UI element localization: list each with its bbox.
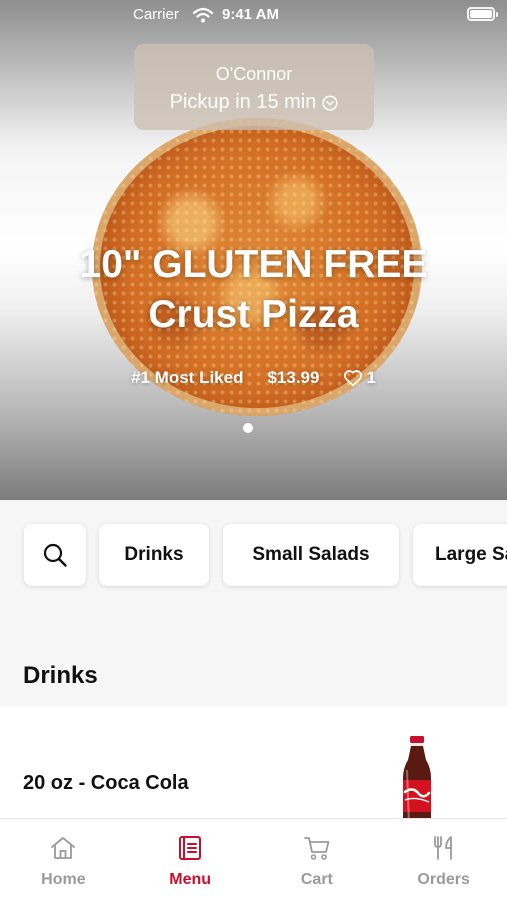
- cart-icon: [303, 837, 330, 860]
- likes-count: 1: [366, 368, 376, 387]
- featured-title-line2: Crust Pizza: [148, 293, 359, 336]
- home-icon: [51, 837, 76, 859]
- category-chip-small-salads[interactable]: Small Salads: [223, 524, 399, 586]
- clock: 9:41 AM: [222, 6, 279, 23]
- tab-home-label: Home: [41, 871, 86, 888]
- pickup-label: Pickup in 15 min: [169, 91, 317, 113]
- featured-title-line1: 10" GLUTEN FREE: [79, 243, 428, 286]
- tab-orders[interactable]: Orders: [380, 819, 507, 900]
- location-name: O'Connor: [215, 64, 293, 84]
- chevron-down-circle-icon: [322, 94, 338, 111]
- pickup-time: Pickup in 15 min: [134, 91, 374, 114]
- carousel-page-indicator: [243, 423, 253, 433]
- search-button[interactable]: [24, 524, 86, 586]
- tab-orders-label: Orders: [417, 871, 470, 888]
- tab-cart[interactable]: Cart: [254, 819, 381, 900]
- heart-icon[interactable]: [343, 369, 363, 387]
- likes[interactable]: 1: [343, 368, 376, 388]
- wifi-icon: [193, 7, 213, 23]
- featured-item-title: 10" GLUTEN FREE Crust Pizza: [0, 240, 507, 340]
- tab-cart-label: Cart: [300, 871, 333, 888]
- carrier-label: Carrier: [133, 6, 179, 23]
- hero-banner[interactable]: Carrier 9:41 AM O'Connor Pickup in 15 mi…: [0, 0, 507, 500]
- search-icon: [43, 543, 67, 567]
- coca-cola-bottle-icon: [403, 736, 431, 828]
- fork-knife-icon: [433, 836, 452, 860]
- tab-home[interactable]: Home: [0, 819, 127, 900]
- status-bar: Carrier 9:41 AM: [0, 0, 507, 30]
- category-chip-large-salads[interactable]: Large Salads: [413, 524, 507, 586]
- tab-bar: Home Menu Cart Orders: [0, 818, 507, 900]
- tab-menu[interactable]: Menu: [127, 819, 254, 900]
- menu-icon: [179, 836, 202, 860]
- featured-item-meta: #1 Most Liked $13.99 1: [0, 368, 507, 388]
- menu-item-name: 20 oz - Coca Cola: [23, 772, 189, 794]
- battery-icon: [467, 7, 498, 21]
- tab-menu-label: Menu: [169, 871, 212, 888]
- menu-item[interactable]: 20 oz - Coca Cola: [0, 706, 507, 828]
- category-scroller[interactable]: Drinks Small Salads Large Salads: [0, 500, 507, 630]
- featured-price: $13.99: [267, 368, 320, 387]
- section-title: Drinks: [23, 662, 98, 689]
- location-selector[interactable]: O'Connor Pickup in 15 min: [134, 44, 374, 130]
- category-chip-drinks[interactable]: Drinks: [99, 524, 209, 586]
- popularity-badge: #1 Most Liked: [131, 368, 244, 387]
